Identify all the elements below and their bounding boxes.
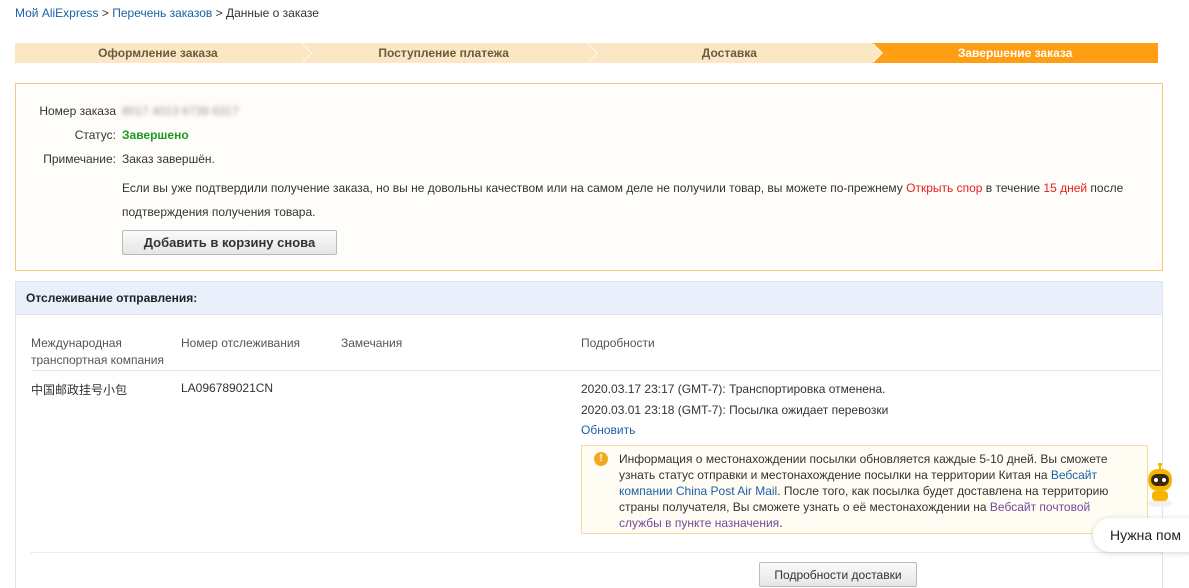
step-shipping: Доставка xyxy=(586,43,884,63)
step-label: Доставка xyxy=(701,46,757,60)
step-arrow xyxy=(872,43,883,63)
order-status-value: Завершено xyxy=(122,128,189,142)
breadcrumb-orders-list[interactable]: Перечень заказов xyxy=(112,6,212,20)
step-label: Завершение заказа xyxy=(957,46,1073,60)
step-completed: Завершение заказа xyxy=(872,43,1158,63)
carrier-name: 中国邮政挂号小包 xyxy=(31,383,128,397)
order-status-label: Статус: xyxy=(74,128,116,142)
dispute-days: 15 дней xyxy=(1043,181,1088,195)
dispute-text-part: в течение xyxy=(982,181,1044,195)
notice-text: Информация о местонахождении посылки обн… xyxy=(619,451,1119,531)
add-to-cart-again-button[interactable]: Добавить в корзину снова xyxy=(122,230,337,255)
refresh-link[interactable]: Обновить xyxy=(581,423,635,437)
column-tracking-number: Номер отслеживания xyxy=(181,336,301,350)
breadcrumb-separator: > xyxy=(101,6,109,20)
order-number-label: Номер заказа xyxy=(39,104,116,118)
shipment-tracking-panel: Отслеживание отправления: Международная … xyxy=(15,281,1163,588)
breadcrumb-current: Данные о заказе xyxy=(225,6,319,20)
notice-text-part: Информация о местонахождении посылки обн… xyxy=(619,452,1108,482)
step-arrow xyxy=(300,43,311,63)
column-details: Подробности xyxy=(581,336,655,350)
breadcrumb-my-aliexpress[interactable]: Мой AliExpress xyxy=(15,6,99,20)
dispute-text-part: после xyxy=(1087,181,1124,195)
step-order-placed: Оформление заказа xyxy=(15,43,312,63)
order-note-label: Примечание: xyxy=(43,152,116,166)
column-carrier-line: Международная xyxy=(31,336,122,350)
step-label: Оформление заказа xyxy=(98,46,218,60)
step-arrow xyxy=(586,43,597,63)
robot-assistant-icon[interactable] xyxy=(1140,462,1180,508)
dispute-text-part: подтверждения получения товара. xyxy=(122,205,316,219)
step-label: Поступление платежа xyxy=(378,46,509,60)
column-remarks: Замечания xyxy=(341,336,403,350)
column-carrier: Международная транспортная компания xyxy=(31,335,164,369)
order-note-value: Заказ завершён. xyxy=(122,152,215,166)
tracking-title: Отслеживание отправления: xyxy=(16,282,1162,315)
dispute-text-part: Если вы уже подтвердили получение заказа… xyxy=(122,181,907,195)
breadcrumb: Мой AliExpress > Перечень заказов > Данн… xyxy=(15,6,319,20)
dispute-text: Если вы уже подтвердили получение заказа… xyxy=(122,176,1152,224)
tracking-number-value: LA096789021CN xyxy=(181,381,274,395)
delivery-details-button[interactable]: Подробности доставки xyxy=(759,562,917,587)
order-number-value: 8017 4013 6739 6317 xyxy=(122,104,239,118)
tracking-event: 2020.03.17 23:17 (GMT-7): Транспортировк… xyxy=(581,382,886,396)
breadcrumb-separator: > xyxy=(215,6,223,20)
order-info-panel: Номер заказа 8017 4013 6739 6317 Статус:… xyxy=(15,83,1163,271)
tracking-info-notice: ! Информация о местонахождении посылки о… xyxy=(581,445,1148,534)
table-divider xyxy=(31,370,1161,371)
tracking-event: 2020.03.01 23:18 (GMT-7): Посылка ожидае… xyxy=(581,403,889,417)
order-progress-steps: Оформление заказа Поступление платежа До… xyxy=(15,43,1158,63)
open-dispute-link[interactable]: Открыть спор xyxy=(906,181,982,195)
bulb-icon: ! xyxy=(594,452,608,466)
step-payment: Поступление платежа xyxy=(300,43,598,63)
table-divider xyxy=(31,552,1161,553)
column-carrier-line: транспортная компания xyxy=(31,353,164,367)
help-chat-bubble[interactable]: Нужна пом xyxy=(1093,518,1189,552)
notice-text-part: . xyxy=(779,516,783,530)
